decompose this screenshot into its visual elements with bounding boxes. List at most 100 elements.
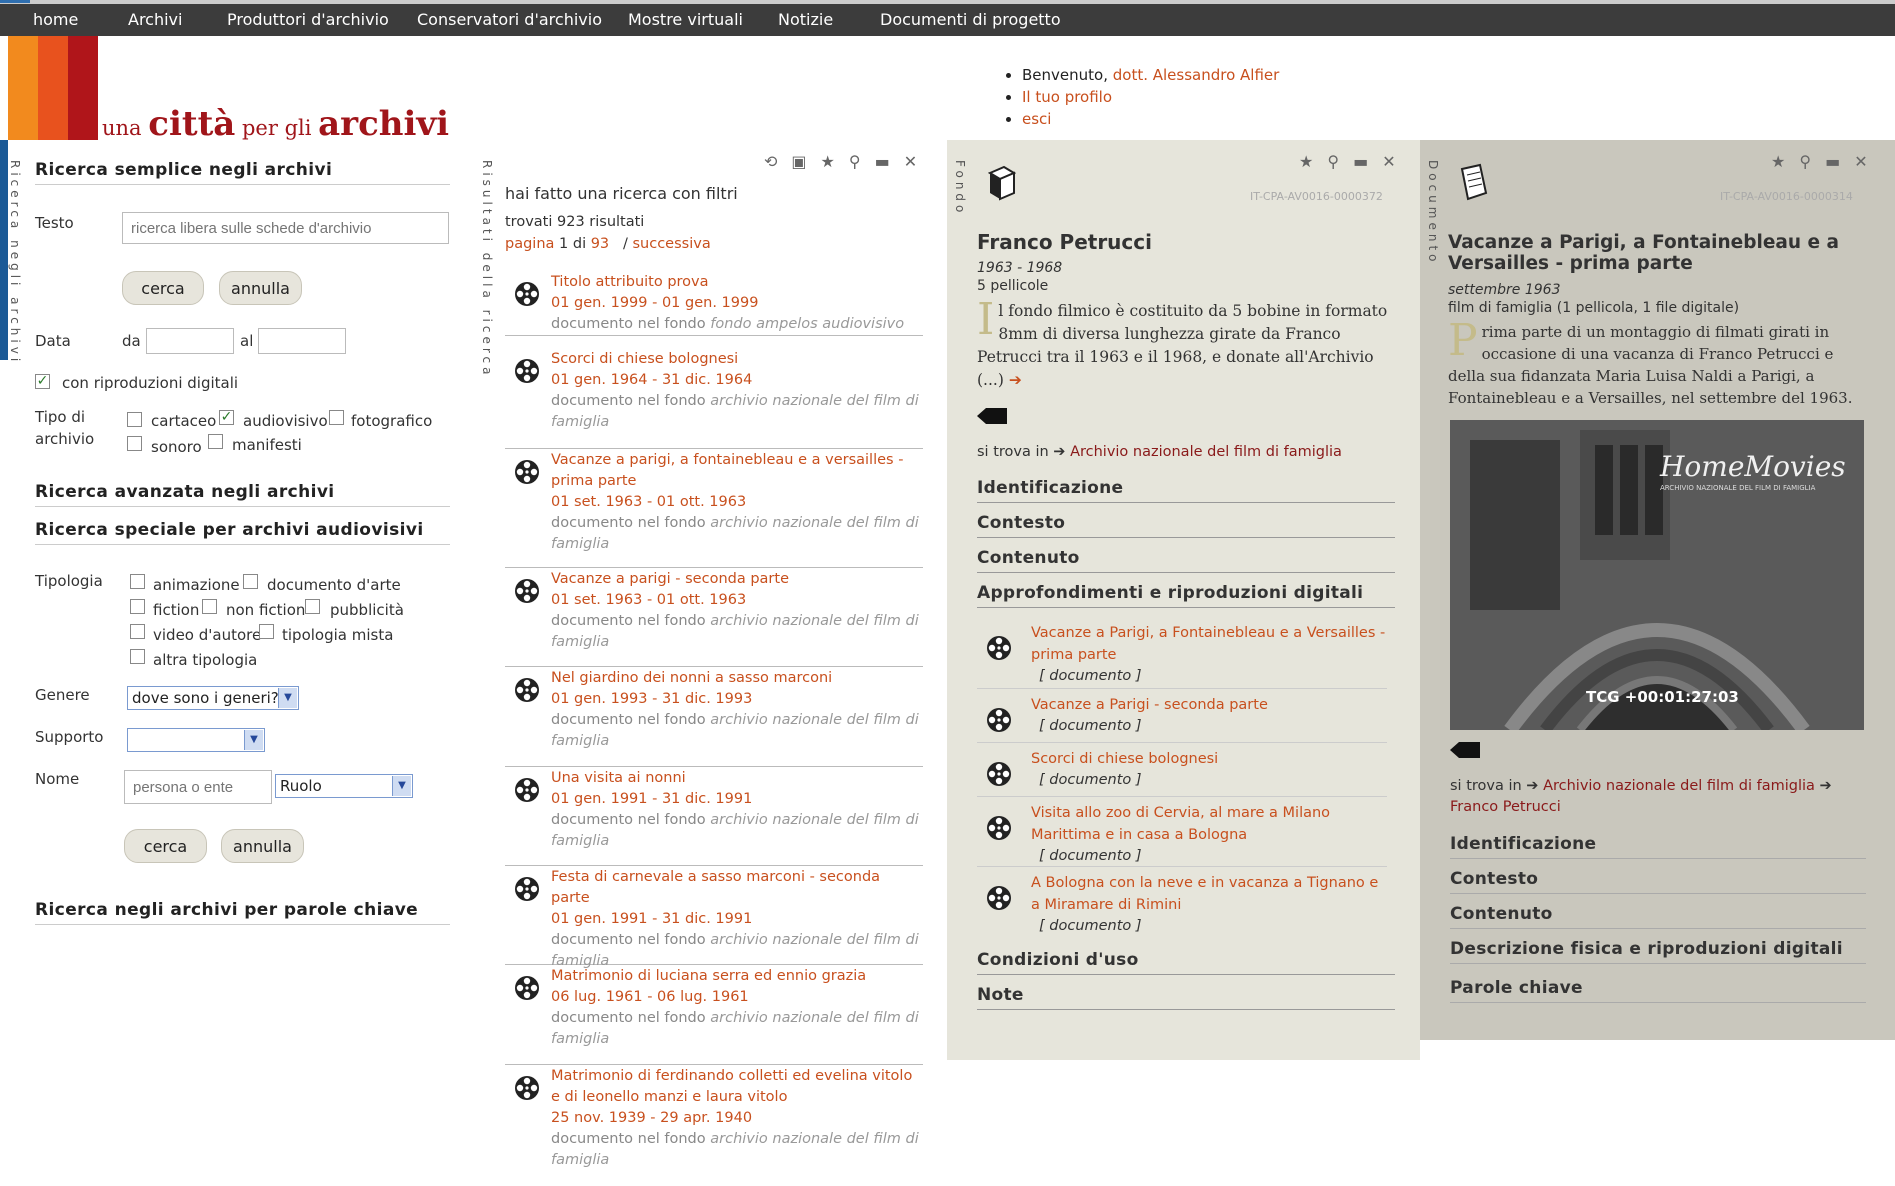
fondo-section-condizioni[interactable]: Condizioni d'uso bbox=[977, 950, 1395, 975]
result-title[interactable]: Una visita ai nonni bbox=[551, 768, 923, 789]
annulla-button-2[interactable]: annulla bbox=[221, 829, 304, 863]
fondo-document-title[interactable]: Visita allo zoo di Cervia, al mare a Mil… bbox=[1031, 802, 1387, 846]
result-title[interactable]: Titolo attribuito prova bbox=[551, 272, 923, 293]
pubblicita-checkbox[interactable] bbox=[305, 599, 320, 614]
close-icon[interactable]: ✕ bbox=[904, 152, 917, 171]
close-icon[interactable]: ✕ bbox=[1854, 152, 1867, 171]
pin-icon[interactable]: ⚲ bbox=[1327, 152, 1339, 171]
pin-icon[interactable]: ⚲ bbox=[1799, 152, 1811, 171]
animazione-checkbox[interactable] bbox=[130, 574, 145, 589]
altra-tipologia-checkbox[interactable] bbox=[130, 649, 145, 664]
profile-link[interactable]: Il tuo profilo bbox=[1022, 88, 1112, 106]
logout-link[interactable]: esci bbox=[1022, 110, 1051, 128]
tipologia-mista-checkbox[interactable] bbox=[259, 624, 274, 639]
fondo-section-contesto[interactable]: Contesto bbox=[977, 513, 1395, 538]
fondo-document-title[interactable]: Vacanze a Parigi - seconda parte bbox=[1031, 694, 1387, 716]
nome-input[interactable] bbox=[124, 770, 272, 804]
testo-input[interactable] bbox=[122, 212, 449, 244]
result-title[interactable]: Vacanze a parigi, a fontainebleau e a ve… bbox=[551, 450, 923, 492]
minimize-icon[interactable]: ▬ bbox=[1353, 152, 1368, 171]
read-more-arrow[interactable]: ➔ bbox=[1009, 371, 1022, 389]
star-icon[interactable]: ★ bbox=[1299, 152, 1313, 171]
star-icon[interactable]: ★ bbox=[821, 152, 835, 171]
documento-section-contesto[interactable]: Contesto bbox=[1450, 869, 1866, 894]
nav-notizie[interactable]: Notizie bbox=[778, 10, 833, 29]
result-item[interactable]: Festa di carnevale a sasso marconi - sec… bbox=[505, 867, 923, 969]
fondo-section-approfondimenti[interactable]: Approfondimenti e riproduzioni digitali bbox=[977, 583, 1395, 608]
date-to-input[interactable] bbox=[258, 328, 346, 354]
fondo-section-contenuto[interactable]: Contenuto bbox=[977, 548, 1395, 573]
result-title[interactable]: Festa di carnevale a sasso marconi - sec… bbox=[551, 867, 923, 909]
result-title[interactable]: Vacanze a parigi - seconda parte bbox=[551, 569, 923, 590]
nav-home[interactable]: home bbox=[33, 10, 78, 29]
minimize-icon[interactable]: ▬ bbox=[875, 152, 890, 171]
nav-archivi[interactable]: Archivi bbox=[128, 10, 182, 29]
minimize-icon[interactable]: ▬ bbox=[1825, 152, 1840, 171]
fiction-checkbox[interactable] bbox=[130, 599, 145, 614]
next-page-link[interactable]: successiva bbox=[632, 236, 710, 252]
result-item[interactable]: Titolo attribuito prova 01 gen. 1999 - 01… bbox=[505, 272, 923, 336]
result-title[interactable]: Nel giardino dei nonni a sasso marconi bbox=[551, 668, 923, 689]
documento-section-contenuto[interactable]: Contenuto bbox=[1450, 904, 1866, 929]
result-item[interactable]: Vacanze a parigi, a fontainebleau e a ve… bbox=[505, 450, 923, 568]
fondo-document-item[interactable]: A Bologna con la neve e in vacanza a Tig… bbox=[977, 872, 1387, 942]
close-icon[interactable]: ✕ bbox=[1382, 152, 1395, 171]
refresh-icon[interactable]: ⟲ bbox=[764, 152, 777, 171]
result-title[interactable]: Scorci di chiese bolognesi bbox=[551, 349, 923, 370]
result-item[interactable]: Matrimonio di luciana serra ed ennio gra… bbox=[505, 966, 923, 1065]
fondo-section-identificazione[interactable]: Identificazione bbox=[977, 478, 1395, 503]
sonoro-checkbox[interactable] bbox=[127, 436, 142, 451]
documento-location-link-1[interactable]: Archivio nazionale del film di famiglia bbox=[1543, 778, 1815, 794]
cerca-button[interactable]: cerca bbox=[122, 271, 204, 305]
fondo-location-link[interactable]: Archivio nazionale del film di famiglia bbox=[1070, 444, 1342, 460]
fondo-section-note[interactable]: Note bbox=[977, 985, 1395, 1010]
documento-location-link-2[interactable]: Franco Petrucci bbox=[1450, 799, 1561, 815]
nav-conservatori[interactable]: Conservatori d'archivio bbox=[417, 10, 602, 29]
result-title[interactable]: Matrimonio di luciana serra ed ennio gra… bbox=[551, 966, 923, 987]
supporto-select[interactable]: ▼ bbox=[127, 728, 265, 752]
video-autore-checkbox[interactable] bbox=[130, 624, 145, 639]
video-player[interactable]: HomeMovies ARCHIVIO NAZIONALE DEL FILM D… bbox=[1450, 420, 1864, 730]
result-item[interactable]: Matrimonio di ferdinando colletti ed eve… bbox=[505, 1066, 923, 1186]
documento-arte-checkbox[interactable] bbox=[243, 574, 258, 589]
fondo-document-item[interactable]: Vacanze a Parigi - seconda parte [ docume… bbox=[977, 694, 1387, 743]
manifesti-checkbox[interactable] bbox=[208, 434, 223, 449]
fondo-document-title[interactable]: A Bologna con la neve e in vacanza a Tig… bbox=[1031, 872, 1387, 916]
user-name-link[interactable]: dott. Alessandro Alfier bbox=[1113, 66, 1280, 84]
page-total-link[interactable]: 93 bbox=[591, 236, 609, 252]
digital-checkbox[interactable]: ✓ bbox=[35, 374, 50, 389]
nav-produttori[interactable]: Produttori d'archivio bbox=[227, 10, 389, 29]
fondo-document-item[interactable]: Visita allo zoo di Cervia, al mare a Mil… bbox=[977, 802, 1387, 867]
result-title[interactable]: Matrimonio di ferdinando colletti ed eve… bbox=[551, 1066, 923, 1108]
annulla-button[interactable]: annulla bbox=[219, 271, 302, 305]
special-search-title[interactable]: Ricerca speciale per archivi audiovisivi bbox=[35, 520, 450, 545]
result-item[interactable]: Scorci di chiese bolognesi 01 gen. 1964 -… bbox=[505, 349, 923, 449]
site-logo[interactable]: una città per gli archivi bbox=[102, 104, 449, 144]
result-item[interactable]: Una visita ai nonni 01 gen. 1991 - 31 dic… bbox=[505, 768, 923, 866]
fondo-document-title[interactable]: Vacanze a Parigi, a Fontainebleau e a Ve… bbox=[1031, 622, 1387, 666]
fondo-document-item[interactable]: Scorci di chiese bolognesi [ documento ] bbox=[977, 748, 1387, 797]
date-from-input[interactable] bbox=[146, 328, 234, 354]
pin-icon[interactable]: ⚲ bbox=[849, 152, 861, 171]
result-item[interactable]: Vacanze a parigi - seconda parte 01 set. … bbox=[505, 569, 923, 667]
nav-documenti-progetto[interactable]: Documenti di progetto bbox=[880, 10, 1061, 29]
nav-mostre-virtuali[interactable]: Mostre virtuali bbox=[628, 10, 743, 29]
cerca-button-2[interactable]: cerca bbox=[124, 829, 207, 863]
fondo-document-title[interactable]: Scorci di chiese bolognesi bbox=[1031, 748, 1387, 770]
ruolo-select[interactable]: Ruolo ▼ bbox=[275, 774, 413, 798]
documento-section-identificazione[interactable]: Identificazione bbox=[1450, 834, 1866, 859]
export-icon[interactable]: ▣ bbox=[791, 152, 806, 171]
documento-section-descrizione[interactable]: Descrizione fisica e riproduzioni digita… bbox=[1450, 939, 1866, 964]
star-icon[interactable]: ★ bbox=[1771, 152, 1785, 171]
fotografico-checkbox[interactable] bbox=[329, 410, 344, 425]
keyword-search-title[interactable]: Ricerca negli archivi per parole chiave bbox=[35, 900, 450, 925]
audiovisivo-checkbox[interactable]: ✓ bbox=[219, 410, 234, 425]
documento-section-parole-chiave[interactable]: Parole chiave bbox=[1450, 978, 1866, 1003]
fondo-document-item[interactable]: Vacanze a Parigi, a Fontainebleau e a Ve… bbox=[977, 622, 1387, 689]
cartaceo-checkbox[interactable] bbox=[127, 412, 142, 427]
non-fiction-checkbox[interactable] bbox=[202, 599, 217, 614]
advanced-search-title[interactable]: Ricerca avanzata negli archivi bbox=[35, 482, 450, 507]
simple-search-title[interactable]: Ricerca semplice negli archivi bbox=[35, 160, 450, 185]
genere-select[interactable]: dove sono i generi? ▼ bbox=[127, 686, 299, 710]
result-item[interactable]: Nel giardino dei nonni a sasso marconi 01… bbox=[505, 668, 923, 767]
